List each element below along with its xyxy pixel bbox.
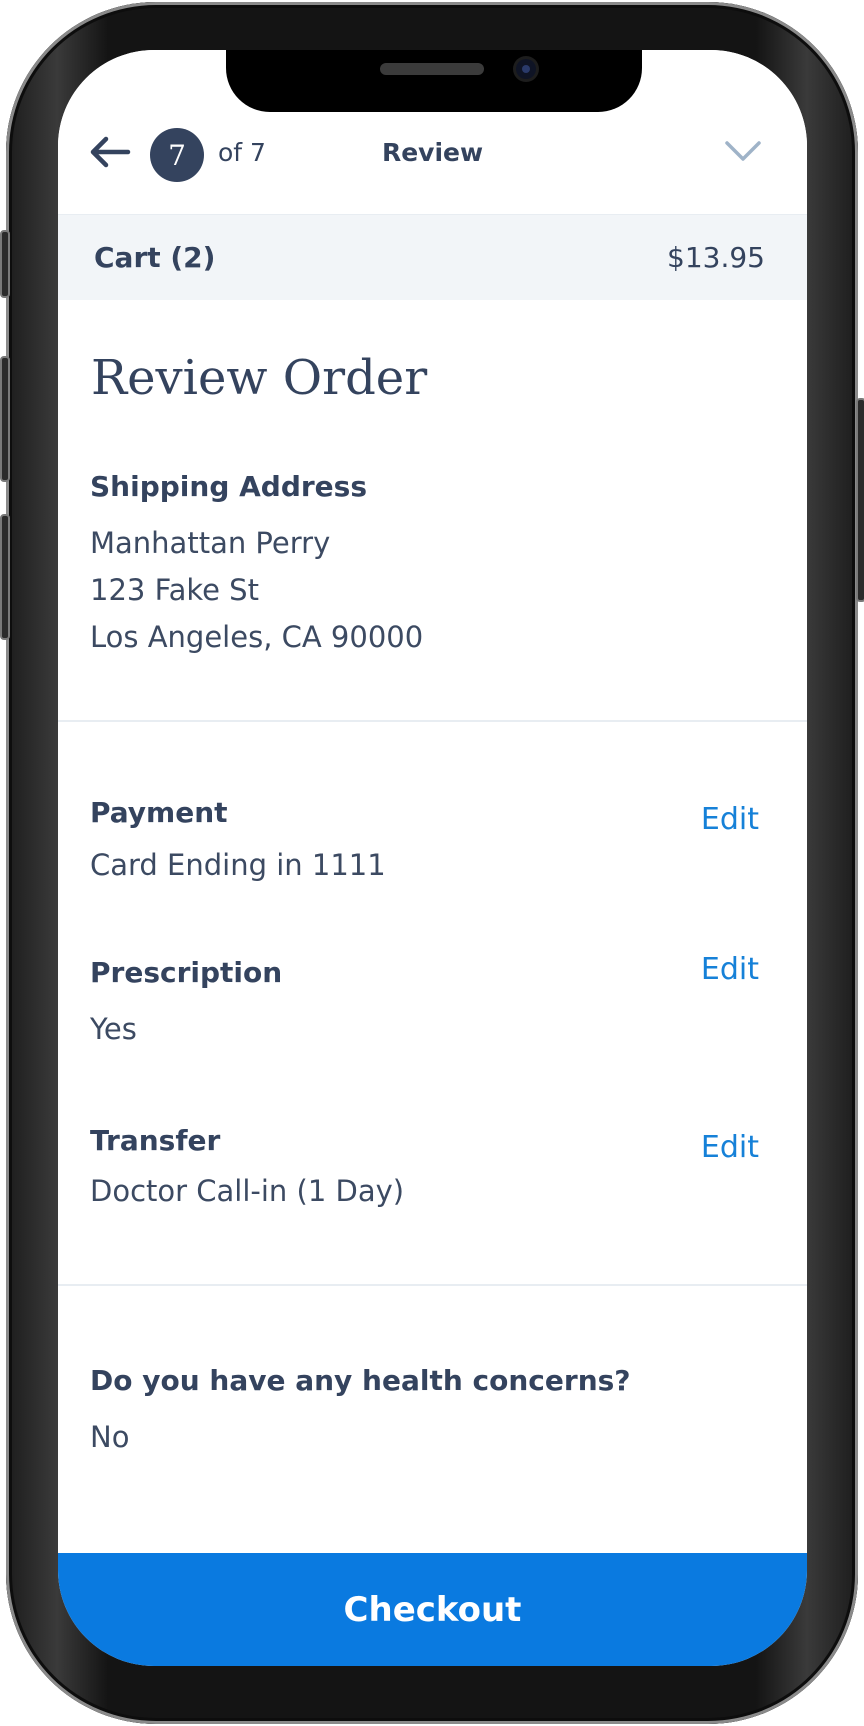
prescription-edit-link[interactable]: Edit — [701, 952, 759, 987]
volume-down-button — [0, 514, 10, 640]
cart-summary-bar[interactable]: Cart (2) $13.95 — [58, 215, 807, 300]
section-divider — [58, 1284, 807, 1286]
app-screen: 7 of 7 Review Cart (2) $13.95 Review Ord… — [58, 50, 807, 1666]
shipping-name: Manhattan Perry — [90, 526, 331, 560]
payment-edit-link[interactable]: Edit — [701, 802, 759, 837]
health-concerns-answer: No — [90, 1420, 130, 1454]
front-camera — [516, 59, 536, 79]
transfer-edit-link[interactable]: Edit — [701, 1130, 759, 1165]
payment-value: Card Ending in 1111 — [90, 848, 386, 882]
section-divider — [58, 720, 807, 722]
transfer-value: Doctor Call-in (1 Day) — [90, 1174, 405, 1208]
checkout-button[interactable]: Checkout — [58, 1553, 807, 1666]
mute-switch — [0, 230, 10, 298]
transfer-heading: Transfer — [90, 1124, 221, 1157]
payment-heading: Payment — [90, 796, 228, 829]
shipping-city: Los Angeles, CA 90000 — [90, 620, 424, 654]
cart-total: $13.95 — [667, 241, 765, 274]
cart-label: Cart (2) — [94, 241, 216, 274]
shipping-street: 123 Fake St — [90, 573, 259, 607]
power-button — [856, 398, 864, 602]
step-title: Review — [381, 138, 484, 167]
earpiece-speaker — [380, 63, 484, 75]
page-title: Review Order — [91, 350, 428, 406]
shipping-address-heading: Shipping Address — [90, 470, 367, 503]
volume-up-button — [0, 356, 10, 482]
phone-notch — [226, 50, 642, 112]
health-concerns-question: Do you have any health concerns? — [90, 1364, 631, 1397]
prescription-heading: Prescription — [90, 956, 283, 989]
chevron-down-icon[interactable] — [724, 138, 762, 164]
prescription-value: Yes — [90, 1012, 137, 1046]
